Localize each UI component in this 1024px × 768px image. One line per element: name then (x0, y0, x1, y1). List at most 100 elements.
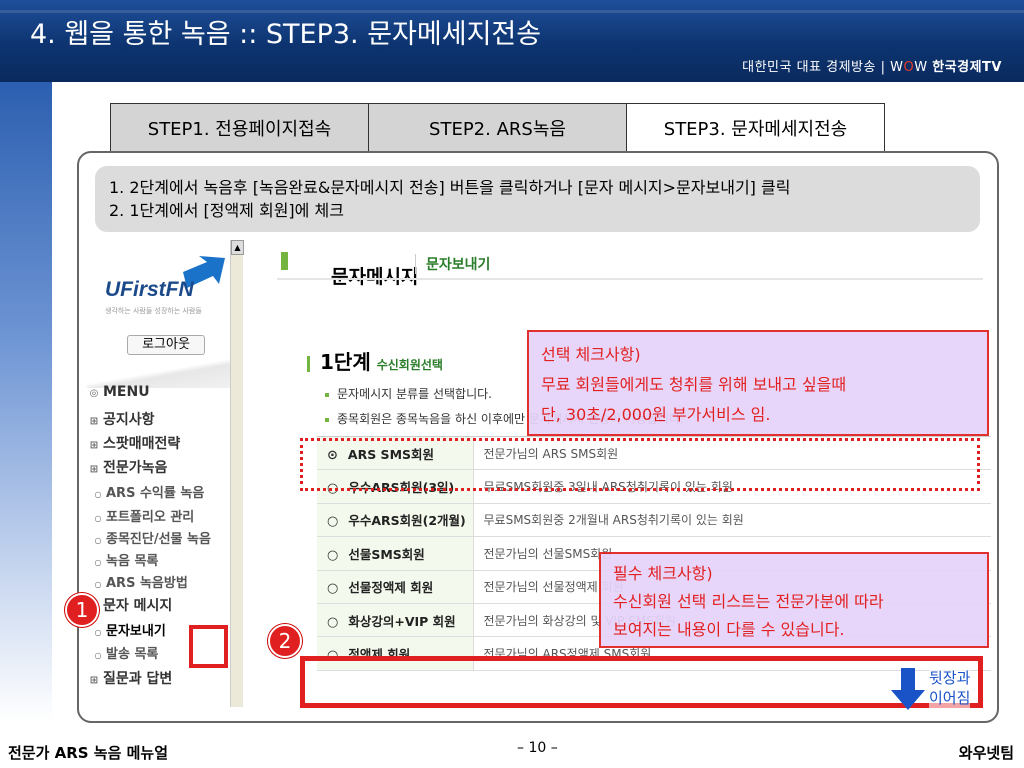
continued-line-2: 이어짐 (929, 689, 971, 707)
tab-step3[interactable]: STEP3. 문자메세지전송 (627, 103, 885, 152)
continued-note: 뒷장과 이어짐 (891, 668, 987, 712)
note-text: 문자메시지 분류를 선택합니다. (337, 387, 492, 401)
optional-note-callout: 선택 체크사항) 무료 회원들에게도 청취를 위해 보내고 싶을때 단, 30초… (527, 330, 989, 436)
sidebar-item-qna[interactable]: ⊞ 질문과 답변 (87, 668, 172, 688)
radio-icon[interactable]: ○ (327, 615, 338, 630)
tab-step2[interactable]: STEP2. ARS녹음 (369, 103, 627, 152)
tab-step1[interactable]: STEP1. 전용페이지접속 (110, 103, 369, 152)
option-name-cell[interactable]: ○ 선물SMS회원 (317, 536, 474, 571)
instruction-line-2: 2. 1단계에서 [정액제 회원]에 체크 (109, 201, 344, 220)
sidebar-item-spot[interactable]: ⊞ 스팟매매전략 (87, 433, 180, 453)
menu-title: ◎ MENU (87, 384, 150, 400)
bullet-icon: ○ (94, 558, 102, 567)
sidebar-subitem[interactable]: ○ 녹음 목록 (91, 550, 159, 569)
option-name-cell[interactable]: ○ 우수ARS회원(2개월) (317, 503, 474, 538)
bullet-icon: ○ (94, 580, 102, 589)
step-subtitle: 수신회원선택 (376, 358, 443, 372)
callout-text: 수신회원 선택 리스트는 전문가분에 따라 (613, 592, 884, 611)
callout-text: 보여지는 내용이 다를 수 있습니다. (613, 620, 845, 639)
dotted-highlight-ars-sms (300, 438, 980, 491)
plus-box-icon: ⊞ (89, 440, 99, 451)
plus-box-icon: ⊞ (89, 416, 99, 427)
scroll-up-icon[interactable]: ▲ (231, 240, 244, 255)
left-gradient-bar (0, 82, 52, 722)
page-number: – 10 – (517, 740, 558, 756)
sidebar-item-label: 문자 메시지 (103, 598, 173, 614)
radio-icon[interactable]: ○ (327, 548, 338, 563)
note-line: 문자메시지 분류를 선택합니다. (325, 385, 492, 402)
brand-prefix: 대한민국 대표 경제방송 | W (742, 60, 904, 75)
highlight-send-sms-menu (189, 625, 228, 668)
logo: UFirstFN (105, 278, 194, 301)
option-name: 우수ARS회원(2개월) (348, 513, 466, 529)
brand-name: 한국경제TV (932, 60, 1002, 75)
footer-manual-title: 전문가 ARS 녹음 메뉴얼 (8, 744, 169, 762)
sidebar-subitem[interactable]: ○ 발송 목록 (91, 643, 159, 662)
step-tabs: STEP1. 전용페이지접속 STEP2. ARS녹음 STEP3. 문자메세지… (110, 103, 885, 152)
sidebar-item-label: 발송 목록 (106, 647, 159, 662)
sidebar-item-label: 문자보내기 (106, 624, 166, 639)
sidebar-item-label: ARS 수익률 녹음 (106, 486, 205, 501)
title-divider (277, 278, 983, 280)
bullet-icon: ○ (94, 536, 102, 545)
callout-text: 단, 30초/2,000원 부가서비스 임. (541, 405, 771, 424)
slide-title: 4. 웹을 통한 녹음 :: STEP3. 문자메세지전송 (30, 19, 542, 50)
sidebar-item-label: 포트폴리오 관리 (106, 510, 195, 525)
sidebar-item-label: 공지사항 (103, 412, 155, 428)
bullet-icon: ○ (94, 490, 102, 499)
logout-button[interactable]: 로그아웃 (127, 335, 205, 355)
option-name-cell[interactable]: ○ 선물정액제 회원 (317, 570, 474, 604)
sidebar-item-label: 질문과 답변 (103, 671, 173, 687)
main-subtitle: 문자보내기 (415, 254, 490, 274)
instruction-box: 1. 2단계에서 녹음후 [녹음완료&문자메시지 전송] 버튼을 클릭하거나 [… (95, 166, 980, 232)
plus-box-icon: ⊞ (89, 675, 99, 686)
table-row[interactable]: ○ 우수ARS회원(2개월) 무료SMS회원중 2개월내 ARS청취기록이 있는 … (317, 503, 991, 538)
option-name: 선물SMS회원 (348, 546, 425, 562)
sidebar-subitem[interactable]: ○ 종목진단/선물 녹음 (91, 528, 211, 547)
sidebar-subitem[interactable]: ○ ARS 수익률 녹음 (91, 482, 205, 501)
brand-w: W (914, 60, 928, 75)
radio-icon[interactable]: ○ (327, 581, 338, 596)
bullet-icon (325, 392, 329, 397)
menu-title-label: MENU (103, 384, 150, 400)
step-marker-2: 2 (268, 624, 302, 658)
option-name: 화상강의+VIP 회원 (348, 613, 456, 629)
step-marker-1: 1 (65, 593, 99, 627)
option-name: 선물정액제 회원 (348, 580, 434, 596)
sidebar-item-sms[interactable]: ⊞문자 메시지 (87, 595, 172, 615)
scrollbar[interactable]: ▲ (230, 240, 244, 707)
brand-line: 대한민국 대표 경제방송 | WOW 한국경제TV (742, 56, 1002, 75)
callout-text: 무료 회원들에게도 청취를 위해 보내고 싶을때 (541, 375, 847, 394)
option-name-cell[interactable]: ○ 화상강의+VIP 회원 (317, 603, 474, 638)
continued-text: 뒷장과 이어짐 (929, 668, 971, 708)
option-desc: 무료SMS회원중 2개월내 ARS청취기록이 있는 회원 (473, 503, 991, 538)
required-note-callout: 필수 체크사항) 수신회원 선택 리스트는 전문가분에 따라 보여지는 내용이 … (599, 552, 989, 648)
step-marker (307, 355, 310, 372)
sidebar-subitem-send-sms[interactable]: ○ 문자보내기 (91, 620, 166, 639)
bullet-icon: ○ (94, 628, 102, 637)
step-title: 1단계 (320, 350, 371, 374)
logo-tagline: 생각하는 사람들 성장하는 사람들 (105, 307, 202, 315)
step-heading: 1단계 수신회원선택 (307, 346, 443, 375)
title-marker (281, 252, 288, 270)
callout-heading: 필수 체크사항) (613, 564, 713, 583)
radio-icon[interactable]: ○ (327, 514, 338, 529)
menu-circle-icon: ◎ (89, 388, 99, 399)
sidebar-item-label: ARS 녹음방법 (106, 576, 188, 591)
brand-o: O (903, 60, 915, 75)
sidebar-subitem[interactable]: ○ 포트폴리오 관리 (91, 506, 195, 525)
sidebar-subitem[interactable]: ○ ARS 녹음방법 (91, 572, 188, 591)
plus-box-icon: ⊞ (89, 464, 99, 475)
sidebar-item-label: 스팟매매전략 (103, 436, 181, 452)
arrow-down-icon (891, 668, 925, 710)
sidebar-item-expert-record[interactable]: ⊞ 전문가녹음 (87, 457, 168, 477)
bullet-icon: ○ (94, 514, 102, 523)
highlight-flat-rate-row (300, 656, 983, 708)
slide-header: 4. 웹을 통한 녹음 :: STEP3. 문자메세지전송 대한민국 대표 경제… (0, 0, 1024, 82)
sidebar-item-label: 녹음 목록 (106, 554, 159, 569)
bullet-icon: ○ (94, 651, 102, 660)
main-title-text: 문자메시지 (331, 266, 419, 288)
instruction-line-1: 1. 2단계에서 녹음후 [녹음완료&문자메시지 전송] 버튼을 클릭하거나 [… (109, 178, 791, 197)
callout-heading: 선택 체크사항) (541, 345, 641, 364)
sidebar-item-notice[interactable]: ⊞ 공지사항 (87, 409, 155, 429)
